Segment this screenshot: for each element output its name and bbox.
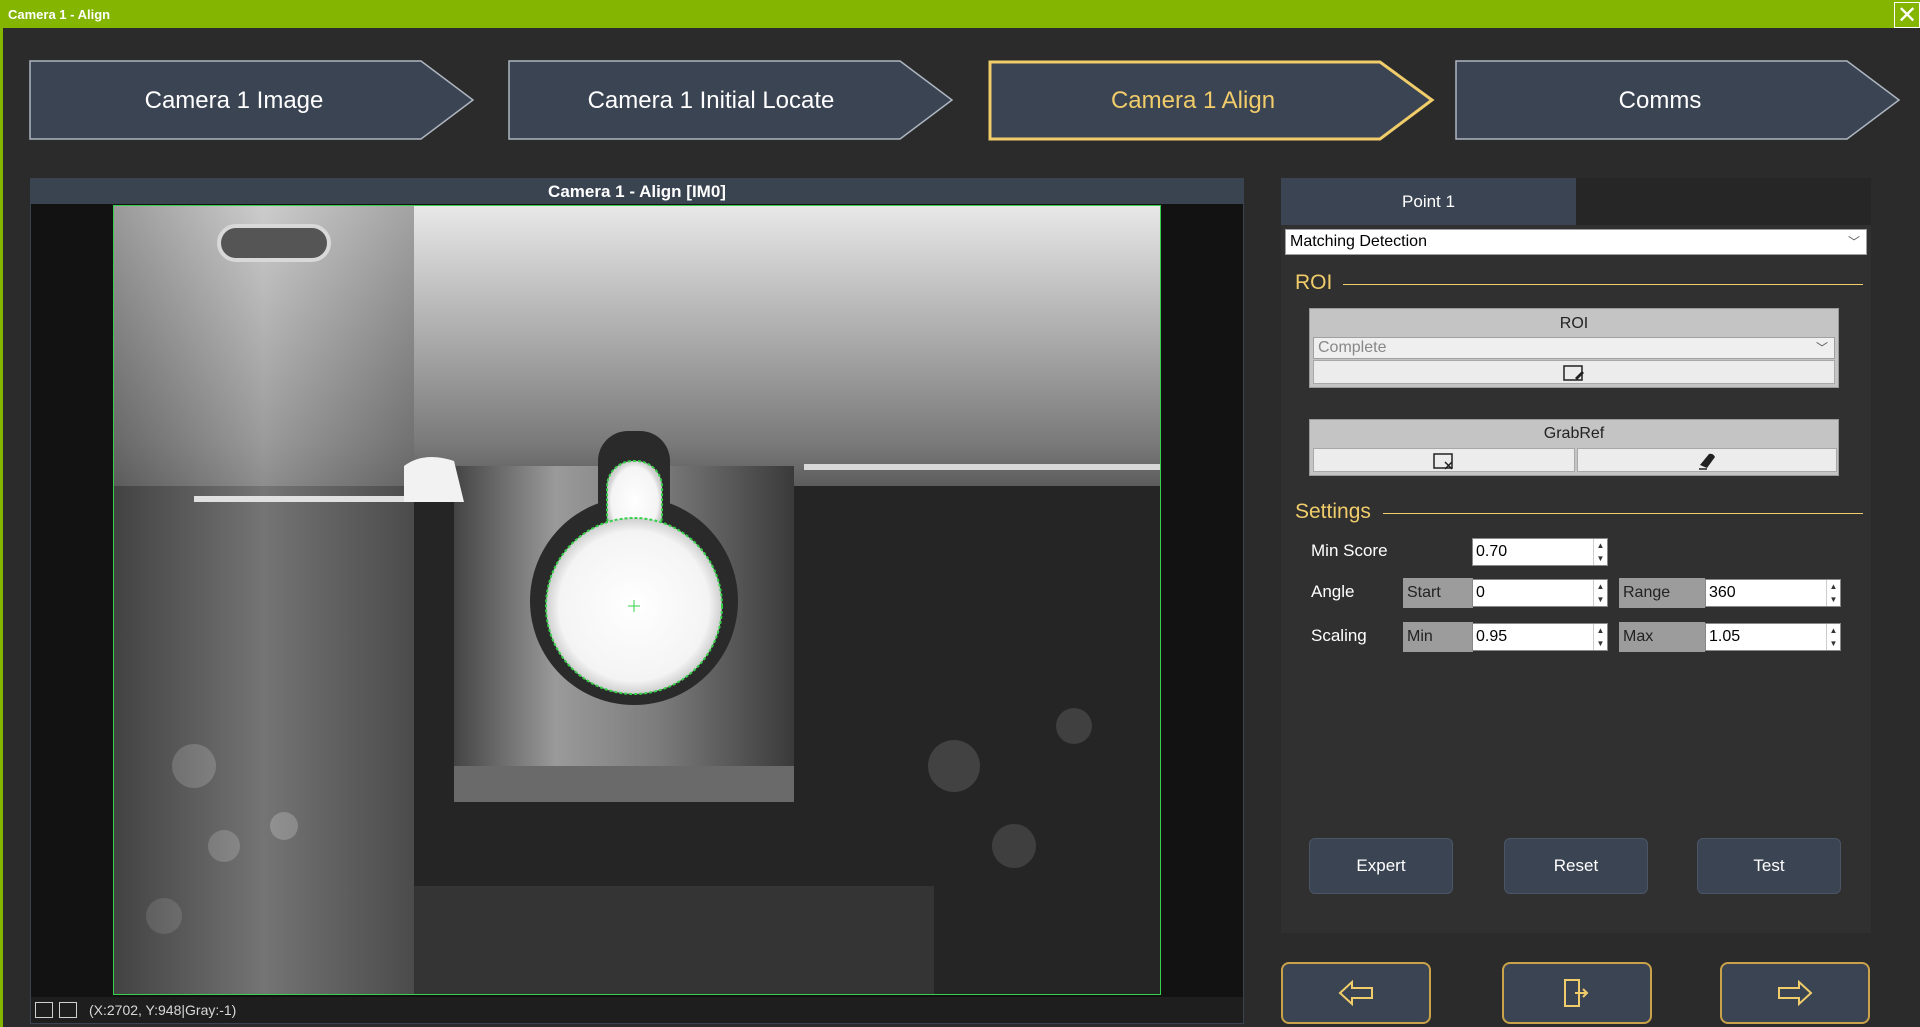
min-score-label: Min Score bbox=[1311, 541, 1388, 560]
roi-section-title: ROI bbox=[1295, 271, 1333, 294]
grabref-select-button[interactable] bbox=[1313, 448, 1575, 472]
grabref-group: GrabRef bbox=[1309, 419, 1839, 476]
camera-image-view[interactable] bbox=[113, 205, 1161, 995]
roi-type-select[interactable]: Complete ﹀ bbox=[1313, 337, 1835, 359]
grab-select-icon bbox=[1433, 453, 1453, 470]
step-label: Camera 1 Initial Locate bbox=[587, 87, 835, 114]
scaling-min-label: Min bbox=[1403, 622, 1473, 652]
spin-arrows-icon[interactable]: ▲ ▼ bbox=[1593, 624, 1607, 650]
scaling-max-input[interactable]: 1.05 ▲ ▼ bbox=[1705, 623, 1841, 651]
step-comms[interactable]: Comms bbox=[1455, 60, 1903, 141]
test-button[interactable]: Test bbox=[1697, 838, 1841, 894]
spin-arrows-icon[interactable]: ▲ ▼ bbox=[1593, 539, 1607, 565]
scaling-label: Scaling bbox=[1311, 626, 1367, 645]
scaling-min-value: 0.95 bbox=[1476, 628, 1508, 645]
window-title: Camera 1 - Align bbox=[8, 7, 111, 22]
scaling-min-input[interactable]: 0.95 ▲ ▼ bbox=[1472, 623, 1608, 651]
close-icon: ✕ bbox=[1896, 2, 1918, 29]
step-label: Camera 1 Image bbox=[144, 87, 324, 114]
chevron-down-icon: ﹀ bbox=[1815, 341, 1828, 355]
angle-label: Angle bbox=[1311, 582, 1355, 601]
spin-arrows-icon[interactable]: ▲ ▼ bbox=[1826, 580, 1840, 606]
grabref-erase-button[interactable] bbox=[1577, 448, 1837, 472]
step-camera-image[interactable]: Camera 1 Image bbox=[29, 60, 475, 141]
settings-section-title: Settings bbox=[1295, 500, 1371, 523]
fit-view-icon[interactable] bbox=[35, 1002, 53, 1018]
window-border bbox=[0, 28, 3, 1027]
camera-image bbox=[114, 206, 1160, 994]
roi-edit-button[interactable] bbox=[1313, 360, 1835, 384]
angle-range-input[interactable]: 360 ▲ ▼ bbox=[1705, 579, 1841, 607]
step-label: Camera 1 Align bbox=[1110, 87, 1276, 114]
min-score-input[interactable]: 0.70 ▲ ▼ bbox=[1472, 538, 1608, 566]
angle-start-value: 0 bbox=[1476, 584, 1485, 601]
angle-start-label: Start bbox=[1403, 578, 1473, 608]
image-status-bar: (X:2702, Y:948|Gray:-1) bbox=[31, 997, 1243, 1023]
spin-arrows-icon[interactable]: ▲ ▼ bbox=[1826, 624, 1840, 650]
angle-start-input[interactable]: 0 ▲ ▼ bbox=[1472, 579, 1608, 607]
exit-door-icon bbox=[1564, 979, 1589, 1007]
close-button[interactable]: ✕ bbox=[1894, 2, 1920, 29]
previous-button[interactable] bbox=[1281, 962, 1431, 1024]
image-panel: Camera 1 - Align [IM0] (X:2702, Y:948|Gr… bbox=[30, 178, 1244, 1024]
step-align[interactable]: Camera 1 Align bbox=[988, 60, 1436, 141]
min-score-value: 0.70 bbox=[1476, 543, 1508, 560]
scaling-max-label: Max bbox=[1619, 622, 1705, 652]
step-initial-locate[interactable]: Camera 1 Initial Locate bbox=[508, 60, 954, 141]
roi-edit-icon bbox=[1563, 365, 1584, 381]
reset-button[interactable]: Reset bbox=[1504, 838, 1648, 894]
cursor-readout: (X:2702, Y:948|Gray:-1) bbox=[89, 1002, 237, 1018]
angle-range-label: Range bbox=[1619, 578, 1705, 608]
method-select-value: Matching Detection bbox=[1290, 233, 1427, 250]
arrow-right-icon bbox=[1778, 979, 1813, 1007]
image-icon[interactable] bbox=[59, 1002, 77, 1018]
eraser-icon bbox=[1699, 453, 1715, 470]
settings-section-divider bbox=[1383, 513, 1863, 514]
tab-point-1[interactable]: Point 1 bbox=[1281, 178, 1576, 225]
scaling-max-value: 1.05 bbox=[1709, 628, 1741, 645]
roi-section-divider bbox=[1343, 284, 1863, 285]
expert-button[interactable]: Expert bbox=[1309, 838, 1453, 894]
spin-arrows-icon[interactable]: ▲ ▼ bbox=[1593, 580, 1607, 606]
point-tab-bar: Point 1 bbox=[1281, 178, 1871, 225]
method-select[interactable]: Matching Detection ﹀ bbox=[1285, 229, 1867, 255]
roi-group-title: ROI bbox=[1559, 315, 1589, 332]
settings-panel: Point 1 Matching Detection ﹀ ROI ROI Com… bbox=[1281, 178, 1871, 933]
exit-button[interactable] bbox=[1502, 962, 1652, 1024]
image-header: Camera 1 - Align [IM0] bbox=[31, 179, 1243, 204]
next-button[interactable] bbox=[1720, 962, 1870, 1024]
angle-range-value: 360 bbox=[1709, 584, 1736, 601]
step-label: Comms bbox=[1618, 87, 1702, 114]
roi-group: ROI Complete ﹀ bbox=[1309, 308, 1839, 388]
roi-type-value: Complete bbox=[1318, 339, 1387, 356]
chevron-down-icon: ﹀ bbox=[1847, 235, 1860, 249]
title-bar: Camera 1 - Align ✕ bbox=[0, 0, 1920, 29]
grabref-group-title: GrabRef bbox=[1543, 425, 1605, 442]
arrow-left-icon bbox=[1338, 979, 1373, 1007]
